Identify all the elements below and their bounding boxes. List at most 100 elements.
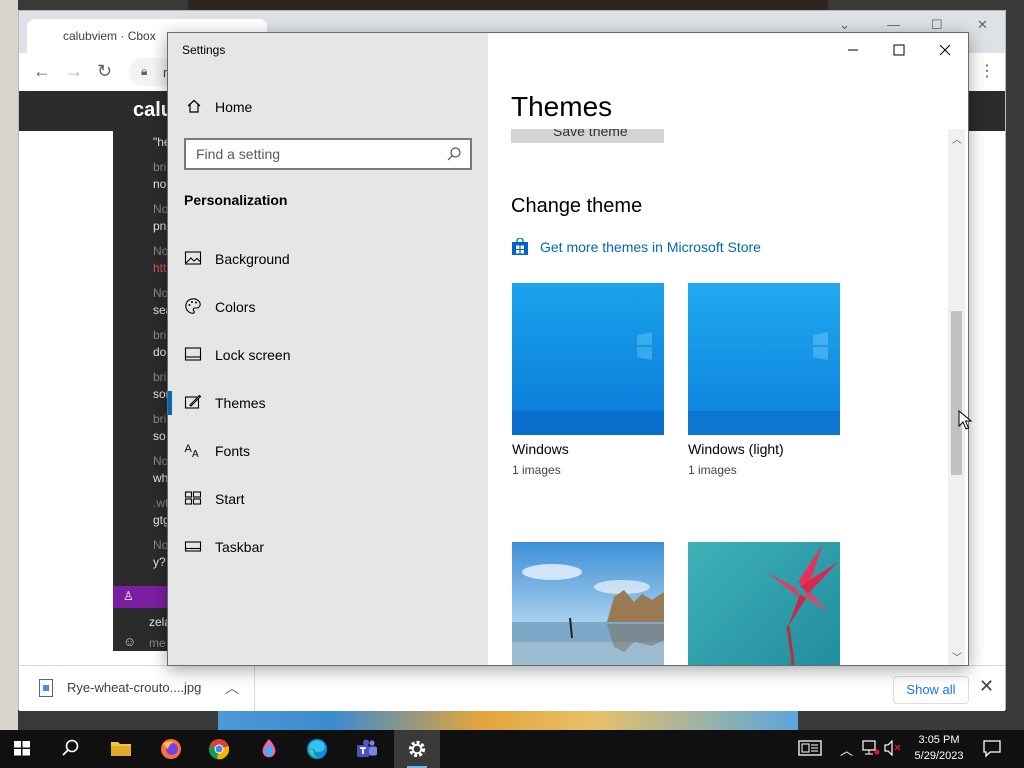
show-hidden-icons-chevron-icon[interactable]: ︿ (840, 740, 853, 759)
news-widget-icon[interactable] (798, 738, 822, 761)
browser-minimize-button[interactable]: — (887, 17, 900, 32)
taskbar-clock[interactable]: 3:05 PM 5/29/2023 (908, 732, 970, 764)
firefox-icon (161, 739, 181, 759)
download-filename: Rye-wheat-crouto....jpg (67, 680, 202, 695)
download-item[interactable]: Rye-wheat-crouto....jpg ︿ (19, 666, 255, 711)
chat-panel: "he bri not No pn No htt No sea bri do bri sor bri so N… (113, 131, 173, 651)
paint-icon (262, 739, 276, 758)
reload-icon[interactable]: ↻ (97, 61, 112, 82)
page-title: Themes (511, 91, 613, 122)
active-indicator (168, 391, 172, 415)
save-theme-button[interactable]: Save theme (511, 129, 664, 143)
taskbar: ︿ 3:05 PM 5/29/2023 (0, 730, 1024, 768)
chat-message[interactable]: htt (153, 261, 166, 275)
taskbar-edge[interactable] (294, 730, 340, 768)
scroll-down-icon[interactable]: ﹀ (952, 649, 962, 664)
close-button[interactable] (922, 39, 968, 61)
nav-item-themes[interactable]: Themes (168, 385, 488, 421)
desktop-wallpaper-left (0, 0, 18, 730)
nav-item-colors[interactable]: Colors (168, 289, 488, 325)
change-theme-heading: Change theme (511, 195, 643, 217)
nav-item-start[interactable]: Start (168, 481, 488, 517)
search-box (184, 138, 472, 170)
theme-thumbnail-windows (512, 283, 664, 435)
show-all-button[interactable]: Show all (893, 676, 969, 704)
nav-item-background[interactable]: Background (168, 241, 488, 277)
svg-text:A: A (192, 449, 199, 459)
user-icon: ♙ (123, 589, 134, 603)
chat-message-input[interactable]: me (149, 636, 166, 650)
store-link-label: Get more themes in Microsoft Store (540, 239, 761, 255)
taskbar-search-button[interactable] (48, 730, 94, 768)
nav-home-label: Home (215, 99, 253, 115)
nav-home[interactable]: Home (168, 93, 488, 121)
nav-item-label: Start (215, 491, 245, 507)
nav-item-label: Lock screen (215, 347, 291, 363)
chat-message: do (153, 345, 167, 359)
taskbar-icon (184, 541, 202, 552)
theme-name: Windows (light) (688, 441, 784, 457)
browser-tab-title: calubviem · Cbox (63, 29, 156, 43)
theme-thumbnail-beach (512, 542, 664, 665)
settings-nav-pane: Settings Home Personalization Background (168, 33, 488, 665)
window-title: Settings (182, 43, 226, 57)
chevron-up-icon[interactable]: ︿ (225, 678, 239, 698)
brush-icon (184, 394, 202, 409)
image-icon (184, 251, 202, 265)
nav-item-fonts[interactable]: A A Fonts (168, 433, 488, 469)
network-icon[interactable] (862, 740, 880, 759)
start-button[interactable] (0, 730, 46, 768)
palette-icon (185, 298, 201, 314)
chat-username: bri (153, 412, 167, 426)
theme-count: 1 images (688, 463, 737, 477)
mouse-cursor-icon (958, 410, 972, 430)
content-scrollbar[interactable]: ︿ ﹀ (948, 129, 965, 665)
back-icon[interactable]: ← (33, 61, 51, 82)
taskbar-file-explorer[interactable] (98, 730, 144, 768)
nav-item-label: Taskbar (215, 539, 265, 555)
taskbar-teams[interactable] (344, 730, 390, 768)
taskbar-paint[interactable] (246, 730, 292, 768)
nav-item-lock-screen[interactable]: Lock screen (168, 337, 488, 373)
search-input[interactable] (186, 140, 440, 168)
scrollbar-thumb[interactable] (951, 311, 962, 475)
notifications-icon[interactable] (982, 738, 1002, 761)
teams-icon (357, 739, 377, 757)
chat-username: bri (153, 160, 167, 174)
clock-time: 3:05 PM (918, 734, 960, 746)
scroll-up-icon[interactable]: ︿ (952, 131, 962, 146)
theme-name: Windows (512, 441, 569, 457)
lock-icon: 🔒︎ (141, 64, 148, 78)
browser-maximize-button[interactable]: ☐ (931, 17, 943, 33)
taskbar-firefox[interactable] (148, 730, 194, 768)
nav-item-taskbar[interactable]: Taskbar (168, 529, 488, 565)
maximize-button[interactable] (876, 39, 922, 61)
font-icon: A A (185, 443, 200, 459)
nav-item-label: Background (215, 251, 290, 267)
file-explorer-icon (111, 742, 131, 756)
chat-user-bar[interactable]: ♙ (113, 586, 173, 608)
taskbar-settings[interactable] (394, 730, 440, 768)
theme-count: 1 images (512, 463, 561, 477)
tab-search-icon[interactable]: ⌄ (839, 17, 850, 33)
emoji-icon[interactable]: ☺ (123, 634, 136, 649)
volume-muted-icon[interactable] (884, 739, 902, 759)
nav-item-label: Themes (215, 395, 266, 411)
nav-item-label: Colors (215, 299, 256, 315)
windows-logo-icon (14, 741, 30, 756)
microsoft-store-icon (512, 238, 528, 255)
browser-menu-icon[interactable]: ⋮ (979, 61, 995, 81)
search-icon[interactable] (446, 146, 462, 162)
settings-content: Themes Save theme Change theme Get more … (488, 33, 968, 665)
browser-close-button[interactable]: ✕ (977, 17, 988, 33)
save-theme-label: Save theme (553, 129, 628, 139)
download-bar: Rye-wheat-crouto....jpg ︿ Show all ✕ (19, 665, 1005, 711)
clock-date: 5/29/2023 (914, 750, 964, 762)
close-download-bar-icon[interactable]: ✕ (979, 676, 994, 697)
forward-icon[interactable]: → (65, 61, 83, 82)
chat-username: bri (153, 370, 167, 384)
minimize-button[interactable] (830, 39, 876, 61)
theme-thumbnail-windows-light (688, 283, 840, 435)
taskbar-chrome[interactable] (196, 730, 242, 768)
chat-message: y? (153, 555, 166, 569)
